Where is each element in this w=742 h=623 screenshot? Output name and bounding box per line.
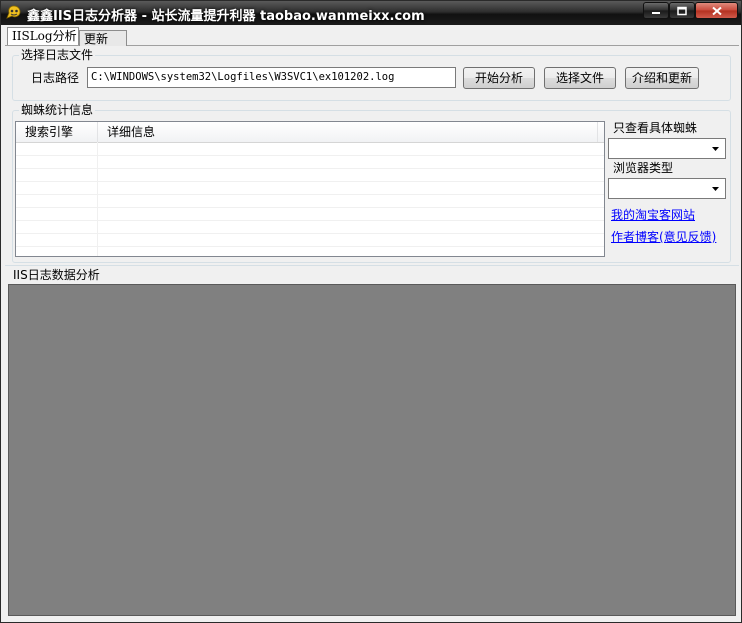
list-header: 搜索引擎 详细信息	[16, 122, 604, 143]
section-divider	[5, 265, 739, 266]
select-file-button[interactable]: 选择文件	[544, 67, 616, 89]
dropdown-arrow-icon[interactable]	[707, 180, 724, 197]
grid-line	[16, 233, 604, 234]
spider-filter-select[interactable]	[608, 138, 726, 159]
grid-line	[16, 181, 604, 182]
log-file-group-title: 选择日志文件	[19, 48, 96, 62]
maximize-button[interactable]	[669, 2, 695, 19]
browser-type-label: 浏览器类型	[613, 161, 674, 175]
minimize-icon	[652, 11, 660, 14]
spider-stats-group-title: 蜘蛛统计信息	[19, 103, 96, 117]
dropdown-arrow-icon[interactable]	[707, 140, 724, 157]
app-icon	[6, 5, 21, 19]
column-header-details[interactable]: 详细信息	[98, 122, 598, 142]
grid-line	[16, 220, 604, 221]
tab-update[interactable]: 更新	[79, 30, 127, 46]
column-divider	[97, 142, 98, 256]
taobao-site-link[interactable]: 我的淘宝客网站	[611, 206, 695, 223]
maximize-icon	[677, 6, 687, 15]
minimize-button[interactable]	[643, 2, 669, 19]
grid-line	[16, 207, 604, 208]
data-analysis-title: IIS日志数据分析	[13, 268, 100, 282]
grid-line	[16, 194, 604, 195]
title-bar[interactable]: 鑫鑫IIS日志分析器 - 站长流量提升利器 taobao.wanmeixx.co…	[1, 1, 741, 25]
close-icon	[711, 6, 722, 15]
browser-type-select[interactable]	[608, 178, 726, 199]
close-button[interactable]	[695, 2, 738, 19]
tab-iislog-analysis[interactable]: IISLog分析	[7, 27, 79, 45]
column-header-search-engine[interactable]: 搜索引擎	[16, 122, 98, 142]
spider-stats-list[interactable]: 搜索引擎 详细信息	[15, 121, 605, 257]
app-window: 鑫鑫IIS日志分析器 - 站长流量提升利器 taobao.wanmeixx.co…	[0, 0, 742, 623]
about-update-button[interactable]: 介绍和更新	[625, 67, 699, 89]
window-title: 鑫鑫IIS日志分析器 - 站长流量提升利器 taobao.wanmeixx.co…	[27, 9, 425, 24]
spider-filter-label: 只查看具体蜘蛛	[613, 121, 698, 135]
author-blog-link[interactable]: 作者博客(意见反馈)	[611, 228, 716, 245]
grid-line	[16, 155, 604, 156]
log-path-label: 日志路径	[31, 71, 80, 85]
grid-line	[16, 246, 604, 247]
log-path-input[interactable]: C:\WINDOWS\system32\Logfiles\W3SVC1\ex10…	[87, 67, 456, 88]
start-analysis-button[interactable]: 开始分析	[463, 67, 535, 89]
data-analysis-panel[interactable]	[8, 284, 736, 616]
grid-line	[16, 168, 604, 169]
